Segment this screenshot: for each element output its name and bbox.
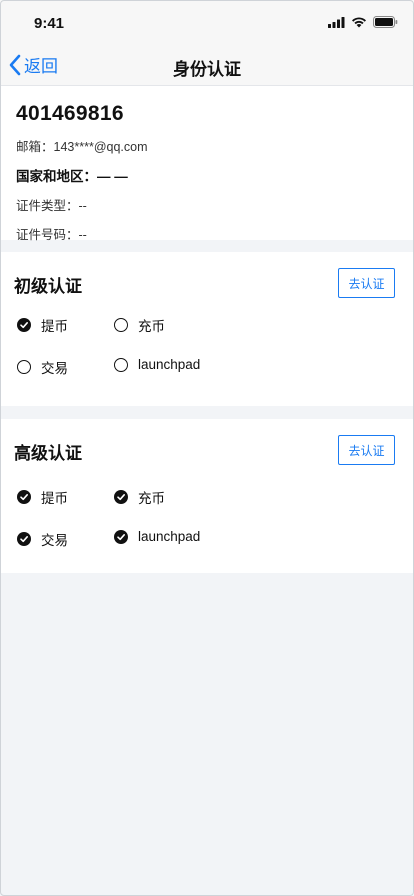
perm-label: launchpad [138,357,201,372]
perm-label: 提币 [41,319,68,334]
perm-label: 充币 [138,491,165,506]
check-icon [17,490,31,504]
check-icon [17,532,31,546]
perm-label: 交易 [41,533,68,548]
wifi-icon [352,16,366,27]
advanced-verify-button[interactable]: 去认证 [338,435,395,465]
perm-item: 充币 [114,487,165,507]
check-icon [114,529,128,544]
page-title: 身份认证 [173,60,241,79]
region-row: 国家和地区：— — [16,169,128,184]
check-icon [114,490,128,504]
email-row: 邮箱：143****@qq.com [16,140,148,154]
perm-label: 充币 [138,319,165,334]
section-divider [0,406,414,419]
signal-icon [328,16,345,28]
basic-verify-button[interactable]: 去认证 [338,268,395,298]
perm-item: launchpad [114,357,200,372]
basic-auth-card: 初级认证 去认证 提币 充币 交易 launchpad [0,252,414,406]
perm-item: 充币 [114,315,165,335]
advanced-auth-title: 高级认证 [14,444,82,463]
check-icon [114,357,128,372]
perm-label: 提币 [41,491,68,506]
check-icon [114,318,128,332]
perm-label: 交易 [41,361,68,376]
perm-item: 交易 [17,529,68,549]
perm-item: 提币 [17,315,68,335]
perm-label: launchpad [138,529,201,544]
nav-bar: 返回 身份认证 [0,46,414,86]
check-icon [17,318,31,332]
battery-icon [373,16,398,28]
check-icon [17,360,31,374]
id-type-row: 证件类型：-- [16,199,87,213]
advanced-auth-card: 高级认证 去认证 提币 充币 交易 launchpad [0,419,414,573]
perm-item: launchpad [114,529,200,544]
status-icons [328,16,398,28]
status-time: 9:41 [34,15,65,32]
perm-item: 提币 [17,487,68,507]
status-bar: 9:41 [0,0,414,46]
profile-card: 401469816 邮箱：143****@qq.com 国家和地区：— — 证件… [0,86,414,242]
user-id: 401469816 [16,102,124,125]
basic-auth-title: 初级认证 [14,277,82,296]
perm-item: 交易 [17,357,68,377]
